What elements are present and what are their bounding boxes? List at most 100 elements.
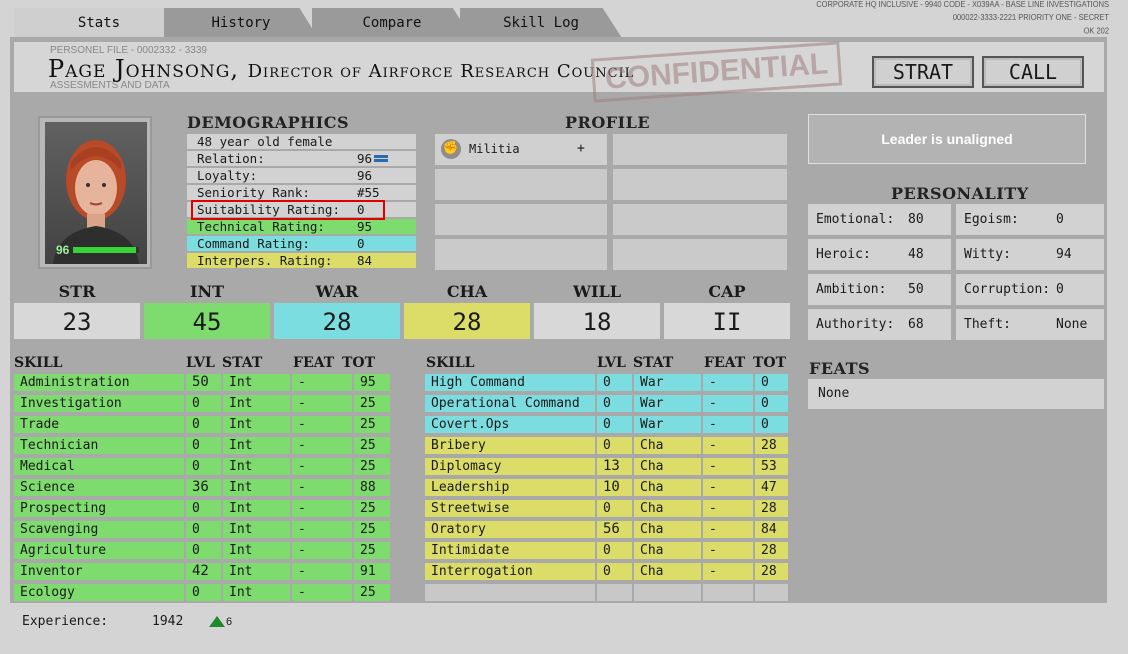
skill-feat: - [292, 416, 352, 433]
strat-button[interactable]: STRAT [872, 56, 974, 88]
skill-row[interactable]: Inventor 42 Int -91 [14, 563, 390, 580]
demographics-row: Relation: 96 [187, 151, 416, 166]
stat-label-str: STR [58, 282, 96, 301]
skill-level: 0 [186, 542, 221, 559]
stat-label-war: WAR [315, 282, 359, 301]
skill-row[interactable]: Medical 0 Int -25 [14, 458, 390, 475]
skill-row[interactable]: Bribery 0 Cha -28 [425, 437, 788, 454]
skill-feat: - [703, 374, 753, 391]
skill-header-skill: SKILL [426, 355, 475, 371]
skill-row[interactable]: Streetwise 0 Cha -28 [425, 500, 788, 517]
skill-feat: - [703, 521, 753, 538]
skill-header-lvl: LVL [186, 355, 215, 371]
skill-row[interactable]: Investigation 0 Int -25 [14, 395, 390, 412]
skill-row[interactable]: Agriculture 0 Int -25 [14, 542, 390, 559]
skill-feat: - [292, 500, 352, 517]
skill-row[interactable]: Oratory 56 Cha -84 [425, 521, 788, 538]
skill-stat: Cha [634, 458, 701, 475]
personality-trait-label: Authority: [816, 317, 895, 332]
skill-stat: Int [223, 437, 290, 454]
character-title: Director of Airforce Research Council [247, 61, 635, 82]
skill-header-feat: FEAT [704, 355, 746, 371]
skill-row[interactable]: Science 36 Int -88 [14, 479, 390, 496]
skill-name: Leadership [425, 479, 595, 496]
profile-slot[interactable] [435, 204, 607, 235]
skill-feat: - [703, 395, 753, 412]
tab-history[interactable]: History [164, 8, 318, 38]
profile-slot[interactable] [613, 134, 787, 165]
avatar[interactable]: 96 [45, 122, 147, 264]
demographics-row-label: Interpers. Rating: [197, 253, 333, 268]
skill-feat: - [703, 542, 753, 559]
skill-row[interactable]: Leadership 10 Cha -47 [425, 479, 788, 496]
skill-header-lvl: LVL [597, 355, 626, 371]
demographics-row-value: 96 [357, 151, 373, 166]
demographics-row-label: Technical Rating: [197, 219, 325, 234]
skill-level: 0 [186, 416, 221, 433]
call-button[interactable]: CALL [982, 56, 1084, 88]
profile-slot[interactable] [435, 169, 607, 200]
skill-name: Interrogation [425, 563, 595, 580]
skill-row[interactable]: Operational Command 0 War -0 [425, 395, 788, 412]
skill-level: 0 [597, 563, 632, 580]
demographics-row: Interpers. Rating: 84 [187, 253, 416, 268]
personality-trait-value: 0 [1056, 212, 1064, 227]
skill-name: Operational Command [425, 395, 595, 412]
relation-icon [374, 155, 388, 158]
skill-row[interactable]: Ecology 0 Int -25 [14, 584, 390, 601]
personality-trait-label: Witty: [964, 247, 1011, 262]
profile-slot[interactable] [435, 239, 607, 270]
skill-total: 28 [755, 437, 788, 454]
skill-name: Trade [14, 416, 184, 433]
tab-compare[interactable]: Compare [312, 8, 472, 38]
skill-level: 0 [597, 374, 632, 391]
skill-name: Oratory [425, 521, 595, 538]
personality-trait-label: Heroic: [816, 247, 871, 262]
demographics-row-label: Seniority Rank: [197, 185, 310, 200]
skill-row[interactable]: High Command 0 War -0 [425, 374, 788, 391]
profile-slot[interactable] [613, 169, 787, 200]
skill-row[interactable]: Trade 0 Int -25 [14, 416, 390, 433]
skill-name [425, 584, 595, 601]
profile-add-button[interactable]: + [577, 141, 585, 156]
skill-row[interactable]: Covert.Ops 0 War -0 [425, 416, 788, 433]
skill-feat: - [292, 542, 352, 559]
tab-skill-log[interactable]: Skill Log [460, 8, 622, 38]
level-up-icon [209, 616, 225, 627]
skill-row[interactable]: Technician 0 Int -25 [14, 437, 390, 454]
skill-stat [634, 584, 701, 601]
tab-stats[interactable]: Stats [14, 8, 184, 38]
skill-level [597, 584, 632, 601]
skill-total: 25 [354, 458, 390, 475]
skill-name: Inventor [14, 563, 184, 580]
skill-row[interactable]: Prospecting 0 Int -25 [14, 500, 390, 517]
personality-trait-value: 80 [908, 212, 924, 227]
skill-stat: Cha [634, 437, 701, 454]
skill-row[interactable]: Administration 50 Int -95 [14, 374, 390, 391]
header-meta-line: CORPORATE HQ INCLUSIVE - 9940 CODE - X03… [816, 0, 1109, 10]
stat-value-war: 28 [274, 303, 400, 339]
alignment-box: Leader is unaligned [808, 114, 1086, 164]
skill-row[interactable]: Interrogation 0 Cha -28 [425, 563, 788, 580]
skill-row[interactable]: Scavenging 0 Int -25 [14, 521, 390, 538]
skill-row[interactable]: Diplomacy 13 Cha -53 [425, 458, 788, 475]
personality-trait-label: Egoism: [964, 212, 1019, 227]
stat-label-cap: CAP [708, 282, 746, 301]
health-value: 96 [56, 243, 70, 257]
skill-header-tot: TOT [753, 355, 787, 371]
skill-name: Bribery [425, 437, 595, 454]
health-bar [73, 247, 139, 253]
skill-name: Prospecting [14, 500, 184, 517]
skill-row[interactable]: Intimidate 0 Cha -28 [425, 542, 788, 559]
skill-feat: - [703, 479, 753, 496]
skill-name: Administration [14, 374, 184, 391]
profile-slot[interactable] [613, 239, 787, 270]
skill-total: 84 [755, 521, 788, 538]
header-meta-line: 000022-3333-2221 PRIORITY ONE - SECRET [952, 12, 1109, 23]
skill-level: 13 [597, 458, 632, 475]
profile-slot[interactable]: ✊ Militia + [435, 134, 607, 165]
skill-feat [703, 584, 753, 601]
skill-total: 25 [354, 521, 390, 538]
profile-slot[interactable] [613, 204, 787, 235]
skill-total: 47 [755, 479, 788, 496]
